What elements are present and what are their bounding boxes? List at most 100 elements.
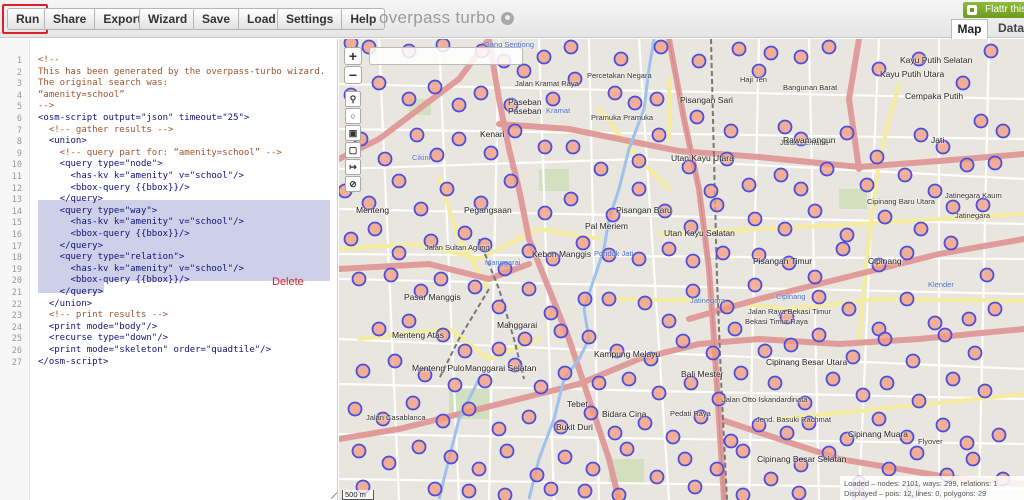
school-marker[interactable] — [961, 311, 977, 327]
school-marker[interactable] — [553, 323, 569, 339]
school-marker[interactable] — [591, 375, 607, 391]
school-marker[interactable] — [491, 341, 507, 357]
school-marker[interactable] — [825, 371, 841, 387]
school-marker[interactable] — [839, 227, 855, 243]
map-view[interactable]: Jalan Kramat Raya Percetakan Negara Pramuk… — [339, 39, 1024, 500]
school-marker[interactable] — [413, 201, 429, 217]
school-marker[interactable] — [723, 123, 739, 139]
school-marker[interactable] — [377, 151, 393, 167]
school-marker[interactable] — [879, 375, 895, 391]
school-marker[interactable] — [871, 411, 887, 427]
school-marker[interactable] — [705, 345, 721, 361]
school-marker[interactable] — [811, 289, 827, 305]
clear-icon[interactable]: ⊘ — [345, 176, 361, 192]
school-marker[interactable] — [387, 353, 403, 369]
school-marker[interactable] — [675, 333, 691, 349]
school-marker[interactable] — [995, 123, 1011, 139]
school-marker[interactable] — [911, 393, 927, 409]
school-marker[interactable] — [763, 471, 779, 487]
school-marker[interactable] — [777, 221, 793, 237]
school-marker[interactable] — [935, 417, 951, 433]
school-marker[interactable] — [533, 379, 549, 395]
school-marker[interactable] — [807, 269, 823, 285]
school-marker[interactable] — [897, 167, 913, 183]
school-marker[interactable] — [855, 387, 871, 403]
fullscreen-icon[interactable]: ▣ — [345, 125, 361, 141]
school-marker[interactable] — [611, 487, 627, 500]
school-marker[interactable] — [491, 421, 507, 437]
school-marker[interactable] — [927, 183, 943, 199]
school-marker[interactable] — [821, 39, 837, 55]
school-marker[interactable] — [631, 251, 647, 267]
school-marker[interactable] — [965, 451, 981, 467]
query-editor[interactable]: 1 2 3 4 5 6 7 8 9 10 11 12 13 14 15 16 17 18 19 20 21 22 23 24 2… — [0, 39, 338, 500]
wizard-button[interactable]: Wizard — [139, 8, 197, 30]
school-marker[interactable] — [649, 91, 665, 107]
school-marker[interactable] — [881, 461, 897, 477]
school-marker[interactable] — [577, 483, 593, 499]
settings-button[interactable]: Settings — [277, 8, 343, 30]
tab-map[interactable]: Map — [951, 19, 988, 39]
map-search-input[interactable] — [369, 47, 523, 65]
school-marker[interactable] — [685, 253, 701, 269]
school-marker[interactable] — [451, 97, 467, 113]
school-marker[interactable] — [731, 41, 747, 57]
school-marker[interactable] — [499, 443, 515, 459]
school-marker[interactable] — [819, 161, 835, 177]
school-marker[interactable] — [536, 49, 552, 65]
school-marker[interactable] — [577, 291, 593, 307]
school-marker[interactable] — [747, 277, 763, 293]
school-marker[interactable] — [991, 427, 1007, 443]
school-marker[interactable] — [877, 209, 893, 225]
school-marker[interactable] — [593, 161, 609, 177]
school-marker[interactable] — [537, 205, 553, 221]
school-marker[interactable] — [601, 291, 617, 307]
school-marker[interactable] — [529, 467, 545, 483]
school-marker[interactable] — [367, 221, 383, 237]
school-marker[interactable] — [735, 487, 751, 500]
school-marker[interactable] — [543, 481, 559, 497]
school-marker[interactable] — [783, 337, 799, 353]
school-marker[interactable] — [869, 149, 885, 165]
zoom-in-button[interactable]: + — [344, 47, 362, 65]
school-marker[interactable] — [733, 365, 749, 381]
school-marker[interactable] — [977, 383, 993, 399]
save-button[interactable]: Save — [193, 8, 240, 30]
resize-handle-icon[interactable] — [330, 491, 337, 499]
school-marker[interactable] — [409, 127, 425, 143]
school-marker[interactable] — [899, 245, 915, 261]
school-marker[interactable] — [557, 365, 573, 381]
school-marker[interactable] — [709, 197, 725, 213]
school-marker[interactable] — [773, 167, 789, 183]
school-marker[interactable] — [757, 343, 773, 359]
school-marker[interactable] — [435, 413, 451, 429]
school-marker[interactable] — [507, 123, 523, 139]
school-marker[interactable] — [927, 315, 943, 331]
school-marker[interactable] — [715, 245, 731, 261]
school-marker[interactable] — [619, 441, 635, 457]
school-marker[interactable] — [979, 267, 995, 283]
school-marker[interactable] — [959, 435, 975, 451]
school-marker[interactable] — [627, 95, 643, 111]
tab-data[interactable]: Data — [991, 19, 1024, 38]
school-marker[interactable] — [621, 371, 637, 387]
school-marker[interactable] — [835, 241, 851, 257]
school-marker[interactable] — [391, 245, 407, 261]
share-button[interactable]: Share — [44, 8, 96, 30]
school-marker[interactable] — [975, 197, 991, 213]
school-marker[interactable] — [477, 373, 493, 389]
school-marker[interactable] — [457, 225, 473, 241]
school-marker[interactable] — [741, 177, 757, 193]
school-marker[interactable] — [631, 153, 647, 169]
school-marker[interactable] — [351, 271, 367, 287]
school-marker[interactable] — [565, 139, 581, 155]
school-marker[interactable] — [877, 331, 893, 347]
school-marker[interactable] — [433, 271, 449, 287]
school-marker[interactable] — [343, 231, 359, 247]
school-marker[interactable] — [777, 119, 793, 135]
school-marker[interactable] — [967, 345, 983, 361]
school-marker[interactable] — [763, 45, 779, 61]
school-marker[interactable] — [841, 301, 857, 317]
school-marker[interactable] — [983, 43, 999, 59]
school-marker[interactable] — [516, 63, 532, 79]
